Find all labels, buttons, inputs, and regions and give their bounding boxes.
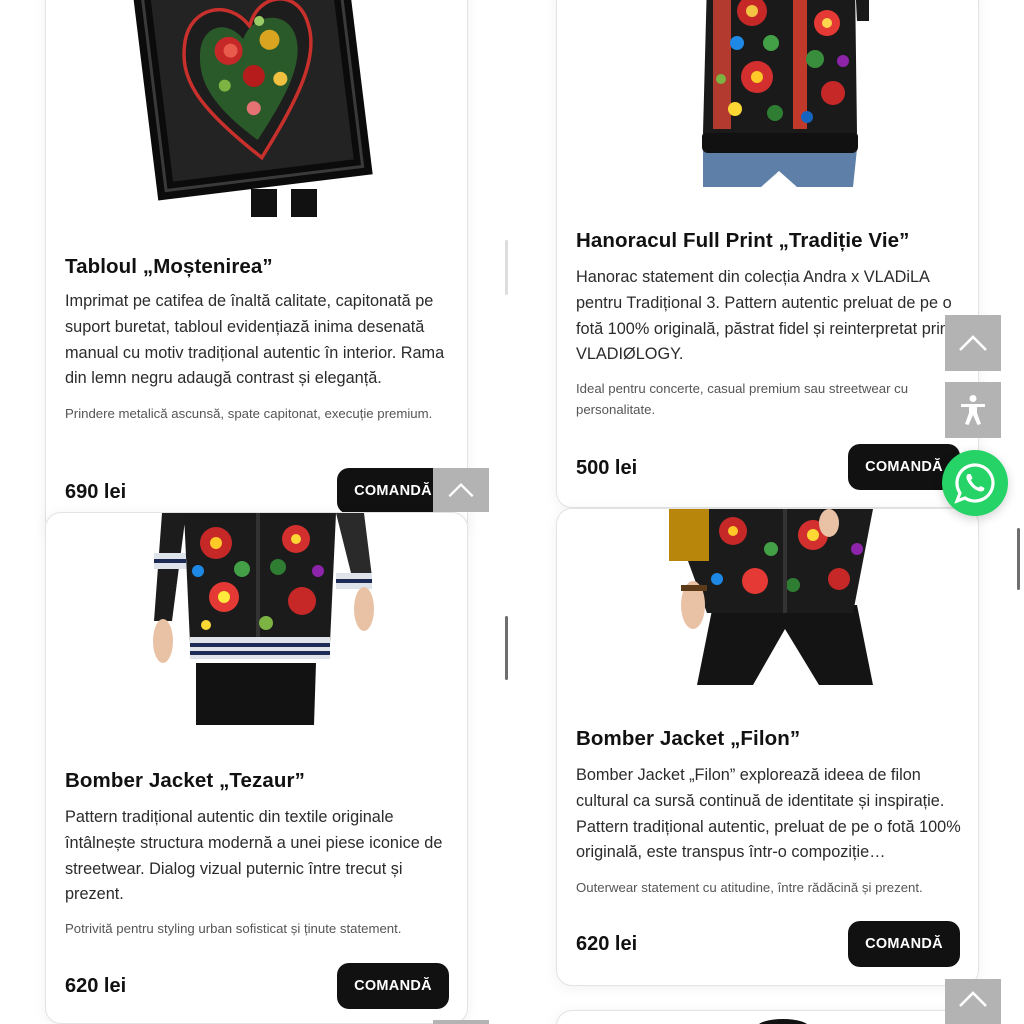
scroll-top-button[interactable] bbox=[433, 1020, 489, 1024]
product-image[interactable] bbox=[46, 0, 467, 217]
product-card: Hanoracul Full Print „Tradiție Vie” Hano… bbox=[556, 0, 979, 508]
product-card: Tabloul „Moștenirea” Imprimat pe catifea… bbox=[45, 0, 468, 536]
scrollbar-thumb[interactable] bbox=[505, 240, 508, 295]
whatsapp-icon bbox=[954, 463, 995, 504]
product-title[interactable]: Hanoracul Full Print „Tradiție Vie” bbox=[576, 229, 964, 253]
product-image[interactable] bbox=[557, 1011, 979, 1024]
scroll-top-button[interactable] bbox=[945, 979, 1001, 1024]
product-description: Imprimat pe catifea de înaltă calitate, … bbox=[65, 292, 445, 388]
product-description: Hanorac statement din colecția Andra x V… bbox=[576, 268, 952, 364]
product-card bbox=[556, 1010, 979, 1024]
product-price: 620 lei bbox=[576, 933, 638, 955]
product-price: 690 lei bbox=[65, 481, 127, 503]
product-note: Ideal pentru concerte, casual premium sa… bbox=[576, 381, 909, 417]
product-card: Bomber Jacket „Filon” Bomber Jacket „Fil… bbox=[556, 508, 979, 986]
scroll-top-button[interactable] bbox=[433, 468, 489, 512]
scroll-top-button[interactable] bbox=[945, 315, 1001, 371]
product-description: Pattern tradițional autentic din textile… bbox=[65, 808, 443, 904]
product-image[interactable] bbox=[46, 513, 467, 737]
product-price: 500 lei bbox=[576, 457, 638, 479]
product-note: Outerwear statement cu atitudine, între … bbox=[576, 880, 923, 895]
chevron-up-icon bbox=[959, 335, 987, 351]
product-description: Bomber Jacket „Filon” explorează ideea d… bbox=[576, 766, 961, 862]
accessibility-icon bbox=[961, 395, 985, 425]
accessibility-button[interactable] bbox=[945, 382, 1001, 438]
product-note: Potrivită pentru styling urban sofistica… bbox=[65, 921, 402, 936]
chevron-up-icon bbox=[448, 482, 474, 498]
product-title[interactable]: Bomber Jacket „Tezaur” bbox=[65, 769, 453, 793]
chevron-up-icon bbox=[959, 991, 987, 1007]
product-price: 620 lei bbox=[65, 975, 127, 997]
product-title[interactable]: Bomber Jacket „Filon” bbox=[576, 727, 964, 751]
order-button[interactable]: COMANDĂ bbox=[337, 963, 449, 1009]
product-image[interactable] bbox=[557, 509, 978, 689]
product-note: Prindere metalică ascunsă, spate capiton… bbox=[65, 406, 433, 421]
order-button[interactable]: COMANDĂ bbox=[848, 921, 960, 967]
product-title[interactable]: Tabloul „Moștenirea” bbox=[65, 255, 453, 279]
product-card: Bomber Jacket „Tezaur” Pattern tradițion… bbox=[45, 512, 468, 1024]
whatsapp-button[interactable] bbox=[942, 450, 1008, 516]
product-image[interactable] bbox=[557, 0, 978, 191]
scrollbar-thumb[interactable] bbox=[505, 616, 508, 680]
scrollbar-thumb[interactable] bbox=[1017, 528, 1020, 590]
